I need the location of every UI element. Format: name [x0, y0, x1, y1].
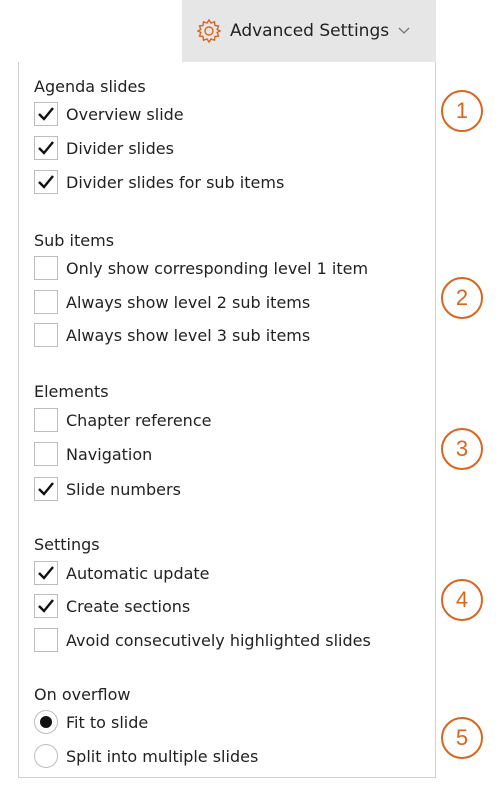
checkbox-automatic-update[interactable]: Automatic update	[34, 560, 210, 586]
checkbox-divider-slides[interactable]: Divider slides	[34, 135, 174, 161]
checkmark-icon	[38, 107, 54, 121]
checkbox-box[interactable]	[34, 442, 58, 466]
chevron-down-icon	[398, 27, 410, 34]
radio-button[interactable]	[34, 710, 58, 734]
checkbox-label: Navigation	[66, 444, 153, 464]
checkbox-box[interactable]	[34, 477, 58, 501]
checkbox-box[interactable]	[34, 170, 58, 194]
checkbox-level3-sub-items[interactable]: Always show level 3 sub items	[34, 322, 310, 348]
callout-badge-3: 3	[441, 428, 483, 470]
radio-label: Fit to slide	[66, 712, 149, 732]
checkbox-label: Divider slides for sub items	[66, 172, 285, 192]
checkmark-icon	[38, 482, 54, 496]
checkbox-label: Overview slide	[66, 104, 184, 124]
callout-badge-4: 4	[441, 579, 483, 621]
checkbox-level2-sub-items[interactable]: Always show level 2 sub items	[34, 289, 310, 315]
radio-label: Split into multiple slides	[66, 746, 259, 766]
checkbox-box[interactable]	[34, 102, 58, 126]
checkbox-label: Only show corresponding level 1 item	[66, 258, 369, 278]
checkbox-box[interactable]	[34, 290, 58, 314]
checkbox-label: Avoid consecutively highlighted slides	[66, 630, 371, 650]
checkbox-box[interactable]	[34, 323, 58, 347]
checkmark-icon	[38, 566, 54, 580]
section-title-elements: Elements	[34, 382, 109, 401]
checkbox-box[interactable]	[34, 561, 58, 585]
checkbox-chapter-reference[interactable]: Chapter reference	[34, 407, 211, 433]
checkbox-box[interactable]	[34, 594, 58, 618]
section-title-sub-items: Sub items	[34, 231, 115, 250]
checkbox-label: Create sections	[66, 596, 191, 616]
section-title-on-overflow: On overflow	[34, 685, 131, 704]
checkbox-box[interactable]	[34, 408, 58, 432]
checkbox-label: Chapter reference	[66, 410, 212, 430]
checkbox-label: Always show level 3 sub items	[66, 325, 311, 345]
radio-button[interactable]	[34, 744, 58, 768]
checkbox-overview-slide[interactable]: Overview slide	[34, 101, 184, 127]
checkbox-label: Automatic update	[66, 563, 210, 583]
checkbox-box[interactable]	[34, 256, 58, 280]
checkmark-icon	[38, 599, 54, 613]
checkbox-navigation[interactable]: Navigation	[34, 441, 152, 467]
callout-badge-1: 1	[441, 90, 483, 132]
checkbox-avoid-consecutive-highlight[interactable]: Avoid consecutively highlighted slides	[34, 627, 371, 653]
checkbox-slide-numbers[interactable]: Slide numbers	[34, 476, 181, 502]
checkbox-label: Divider slides	[66, 138, 174, 158]
checkbox-create-sections[interactable]: Create sections	[34, 593, 190, 619]
checkbox-label: Always show level 2 sub items	[66, 292, 311, 312]
section-title-settings: Settings	[34, 535, 100, 554]
checkbox-box[interactable]	[34, 136, 58, 160]
checkmark-icon	[38, 175, 54, 189]
checkbox-only-show-level1[interactable]: Only show corresponding level 1 item	[34, 255, 368, 281]
checkbox-label: Slide numbers	[66, 479, 181, 499]
gear-icon	[196, 18, 222, 44]
checkbox-divider-slides-sub-items[interactable]: Divider slides for sub items	[34, 169, 284, 195]
advanced-settings-label: Advanced Settings	[230, 21, 390, 41]
radio-selected-dot	[40, 716, 52, 728]
advanced-settings-button[interactable]: Advanced Settings	[182, 0, 436, 62]
radio-split-multiple-slides[interactable]: Split into multiple slides	[34, 743, 258, 769]
checkmark-icon	[38, 141, 54, 155]
settings-page: Advanced Settings Agenda slides Overview…	[0, 0, 502, 786]
checkbox-box[interactable]	[34, 628, 58, 652]
radio-fit-to-slide[interactable]: Fit to slide	[34, 709, 148, 735]
callout-badge-2: 2	[441, 277, 483, 319]
callout-badge-5: 5	[441, 717, 483, 759]
section-title-agenda-slides: Agenda slides	[34, 77, 146, 96]
